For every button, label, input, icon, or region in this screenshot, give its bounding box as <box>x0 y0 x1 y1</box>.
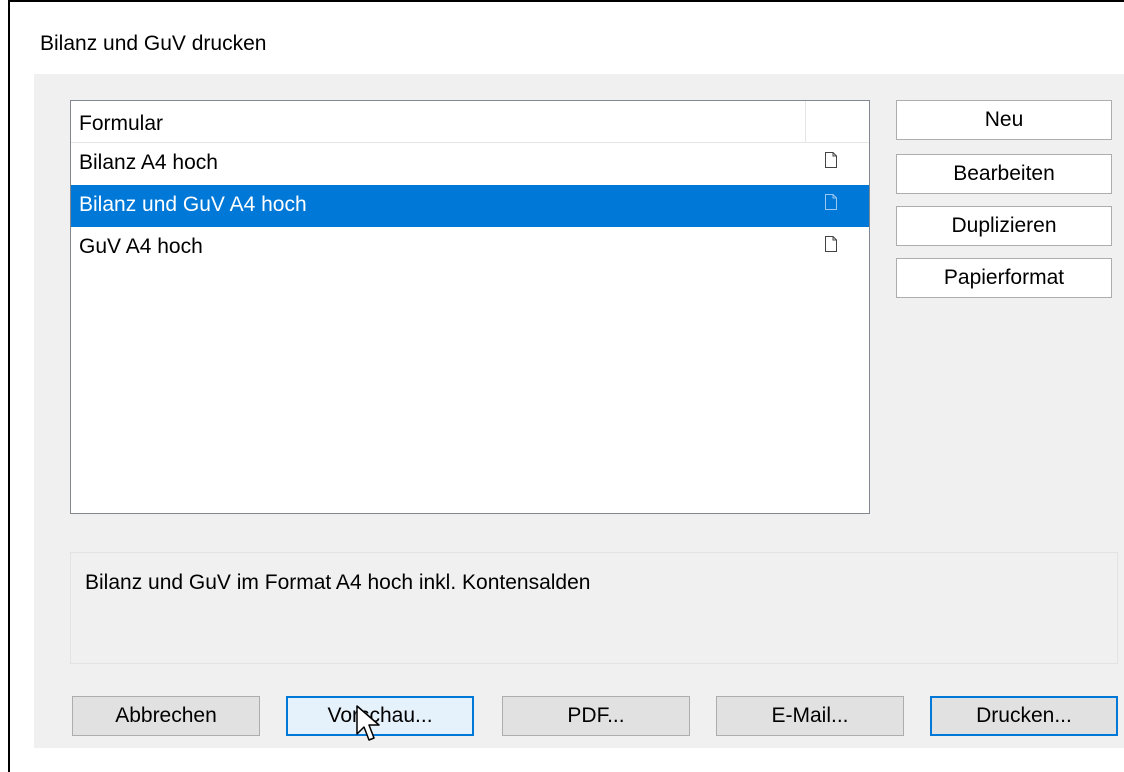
edit-button[interactable]: Bearbeiten <box>896 154 1112 194</box>
document-icon <box>825 152 837 168</box>
document-icon <box>825 236 837 252</box>
email-button[interactable]: E-Mail... <box>716 696 904 736</box>
paper-format-button[interactable]: Papierformat <box>896 258 1112 298</box>
column-header-formular[interactable]: Formular <box>79 112 163 136</box>
pdf-button[interactable]: PDF... <box>502 696 690 736</box>
dialog-title: Bilanz und GuV drucken <box>40 32 267 55</box>
list-item-bilanz-a4[interactable]: Bilanz A4 hoch <box>71 143 869 185</box>
document-icon <box>825 194 837 210</box>
list-item-label: Bilanz und GuV A4 hoch <box>79 193 307 216</box>
dialog-body: Formular Bilanz A4 hoch Bilanz und GuV A… <box>34 74 1124 748</box>
column-separator[interactable] <box>805 101 806 143</box>
list-item-bilanz-guv-a4[interactable]: Bilanz und GuV A4 hoch <box>71 185 869 227</box>
print-dialog: Bilanz und GuV drucken Formular Bilanz A… <box>8 0 1124 772</box>
description-text: Bilanz und GuV im Format A4 hoch inkl. K… <box>85 571 591 594</box>
duplicate-button[interactable]: Duplizieren <box>896 206 1112 246</box>
mouse-cursor-icon <box>356 705 380 741</box>
form-description: Bilanz und GuV im Format A4 hoch inkl. K… <box>70 552 1118 664</box>
cancel-button[interactable]: Abbrechen <box>72 696 260 736</box>
form-list[interactable]: Formular Bilanz A4 hoch Bilanz und GuV A… <box>70 100 870 514</box>
new-button[interactable]: Neu <box>896 100 1112 140</box>
print-button[interactable]: Drucken... <box>930 696 1118 736</box>
list-item-guv-a4[interactable]: GuV A4 hoch <box>71 227 869 269</box>
list-header[interactable]: Formular <box>71 101 869 143</box>
list-item-label: Bilanz A4 hoch <box>79 151 218 174</box>
list-item-label: GuV A4 hoch <box>79 235 203 258</box>
